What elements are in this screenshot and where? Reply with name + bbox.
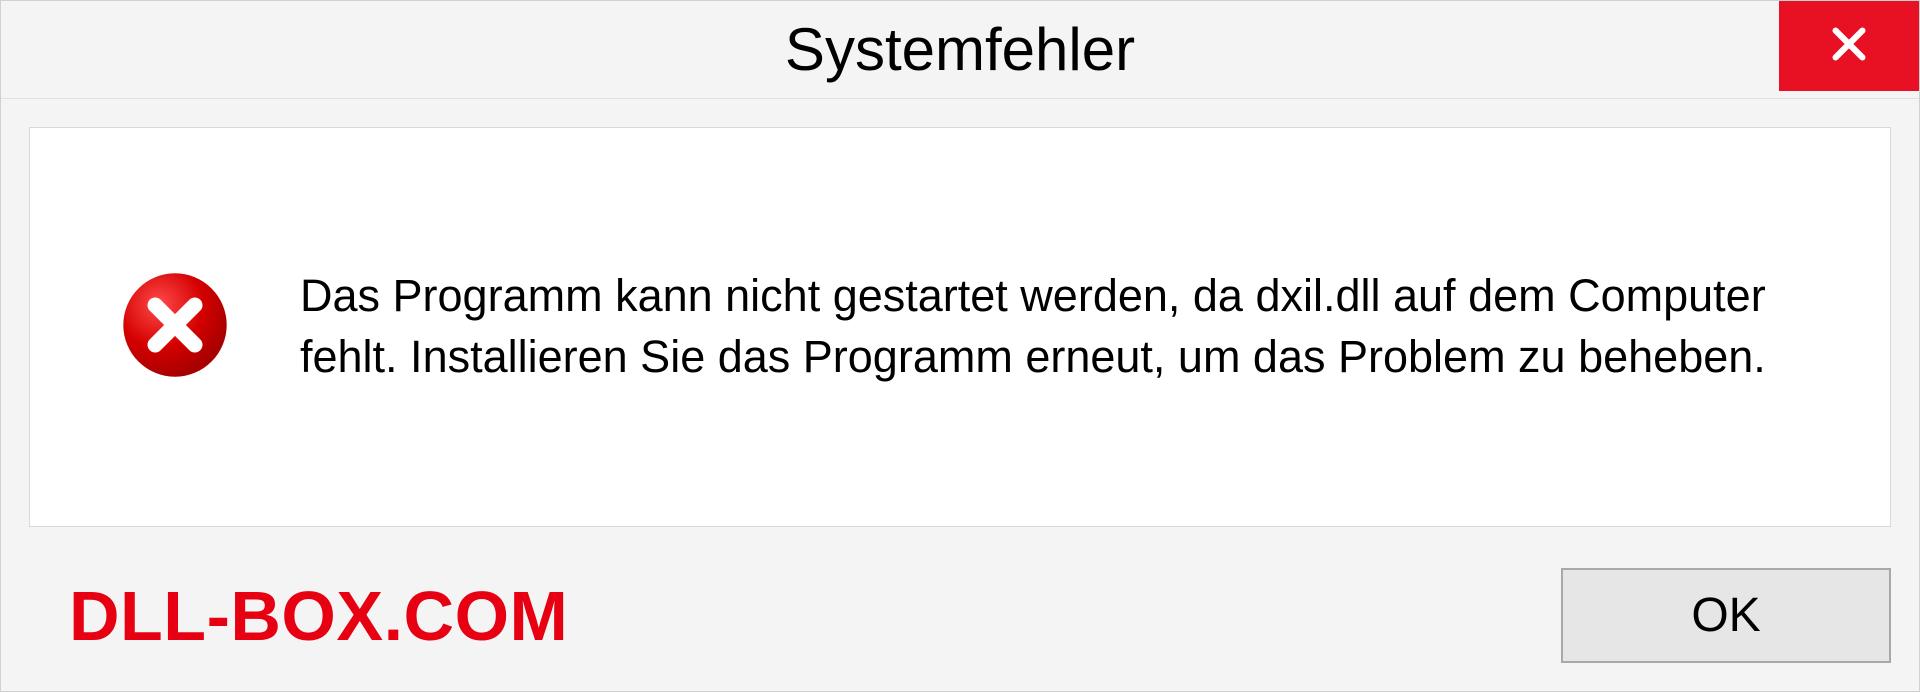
titlebar: Systemfehler bbox=[1, 1, 1919, 99]
error-icon bbox=[120, 270, 230, 385]
error-dialog: Systemfehler bbox=[0, 0, 1920, 692]
watermark-text: DLL-BOX.COM bbox=[29, 576, 568, 656]
content-panel: Das Programm kann nicht gestartet werden… bbox=[29, 127, 1891, 527]
close-button[interactable] bbox=[1779, 1, 1919, 91]
close-icon bbox=[1826, 21, 1872, 72]
error-message: Das Programm kann nicht gestartet werden… bbox=[300, 266, 1830, 388]
dialog-title: Systemfehler bbox=[785, 15, 1135, 84]
dialog-footer: DLL-BOX.COM OK bbox=[29, 568, 1891, 663]
ok-button[interactable]: OK bbox=[1561, 568, 1891, 663]
